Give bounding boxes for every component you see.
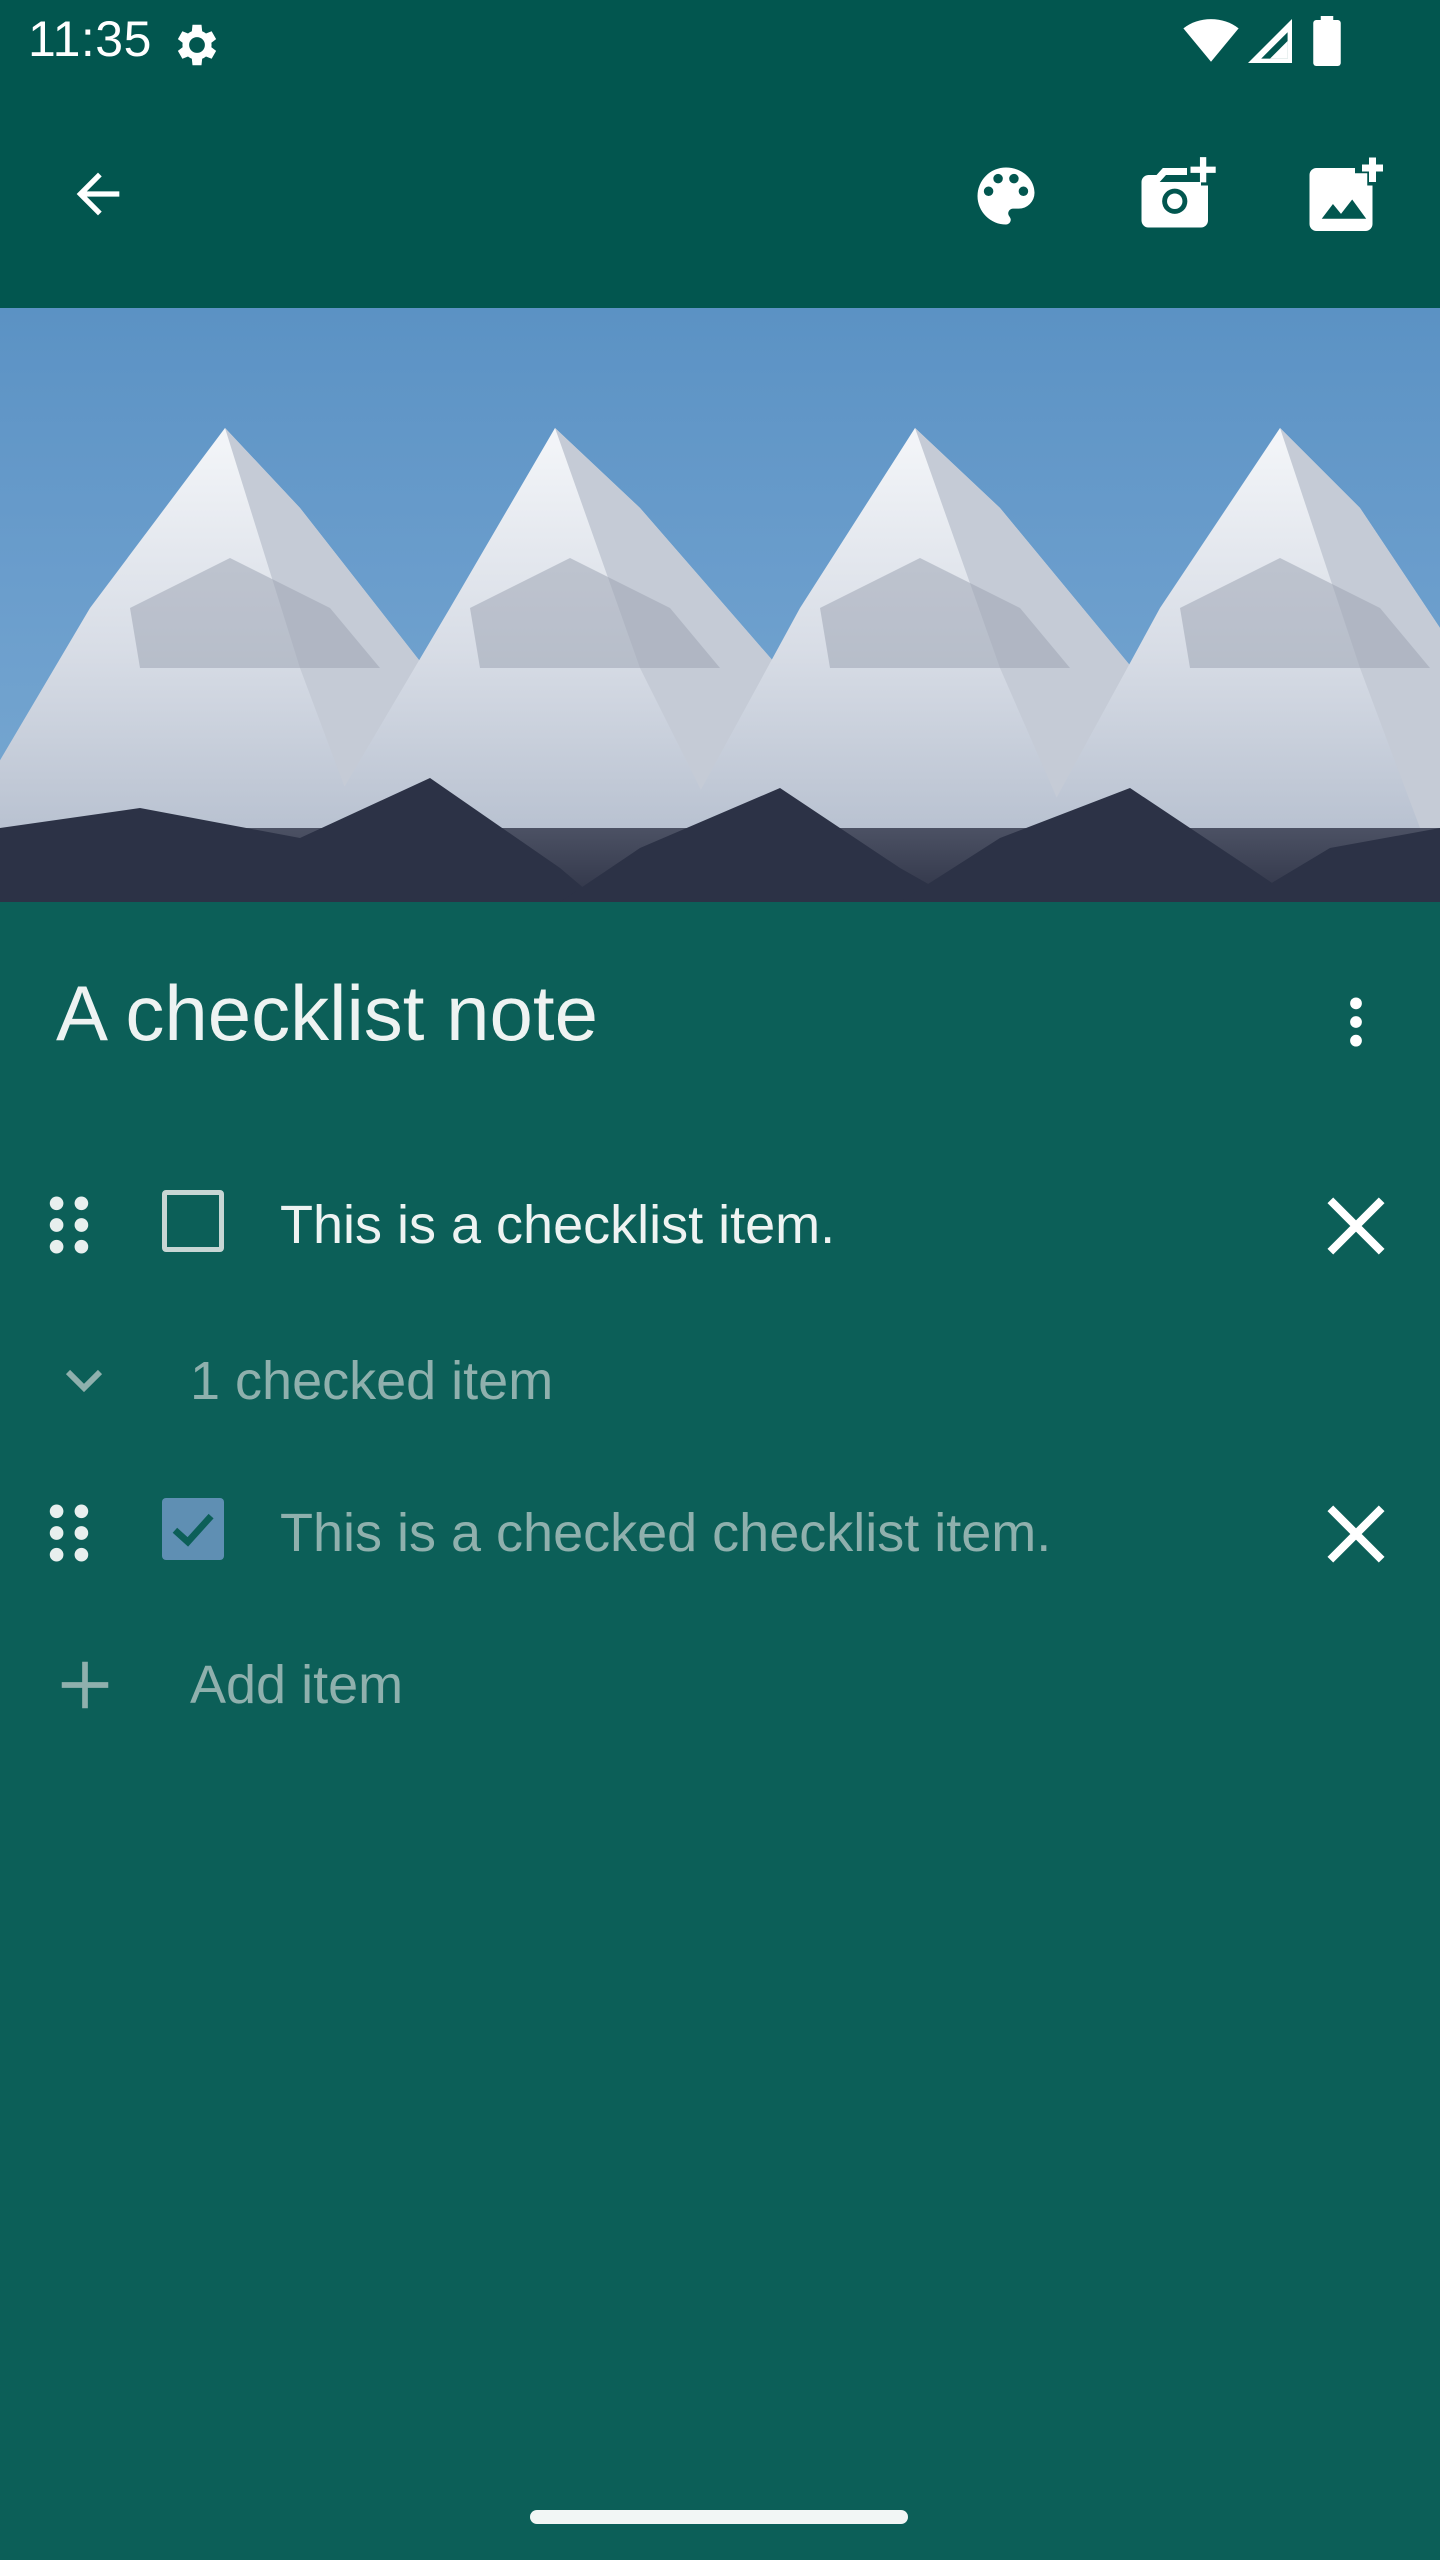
item-checkbox[interactable] — [162, 1190, 224, 1252]
remove-item-icon[interactable] — [1312, 1490, 1400, 1578]
signal-icon — [1248, 19, 1292, 63]
more-vert-icon — [1350, 997, 1362, 1047]
remove-item-icon[interactable] — [1312, 1182, 1400, 1270]
home-indicator[interactable] — [530, 2510, 908, 2524]
more-options-button[interactable] — [1310, 976, 1402, 1068]
item-checkbox-checked[interactable] — [162, 1498, 224, 1560]
add-image-icon — [1309, 157, 1383, 231]
mountain-peaks-image — [0, 428, 1440, 902]
checkmark-icon — [172, 1513, 214, 1547]
checklist-item-text[interactable]: This is a checklist item. — [280, 1190, 835, 1260]
note-banner-image[interactable] — [0, 308, 1440, 902]
drag-handle-icon[interactable] — [46, 1502, 92, 1564]
add-camera-icon — [1141, 157, 1216, 228]
chevron-down-icon — [65, 1369, 103, 1393]
battery-icon — [1313, 16, 1341, 66]
checked-checklist-item: This is a checked checklist item. — [0, 1468, 1440, 1598]
settings-gear-icon — [177, 24, 217, 66]
palette-icon — [977, 167, 1035, 225]
wifi-icon — [1183, 19, 1239, 62]
status-bar: 11:35 — [0, 0, 1440, 84]
add-item-label: Add item — [190, 1655, 404, 1715]
back-button[interactable] — [52, 148, 144, 240]
add-item-row[interactable]: Add item — [0, 1620, 1440, 1760]
back-arrow-icon — [76, 172, 120, 216]
checked-item-text[interactable]: This is a checked checklist item. — [280, 1498, 1051, 1568]
add-photo-camera-button[interactable] — [1130, 150, 1230, 242]
status-time: 11:35 — [28, 11, 152, 67]
checked-items-count: 1 checked item — [190, 1351, 554, 1411]
drag-handle-icon[interactable] — [46, 1194, 92, 1256]
plus-icon — [61, 1661, 109, 1709]
add-image-button[interactable] — [1298, 150, 1398, 242]
note-title[interactable]: A checklist note — [56, 968, 598, 1059]
checked-items-toggle[interactable]: 1 checked item — [0, 1318, 1440, 1438]
color-palette-button[interactable] — [960, 150, 1052, 242]
checklist-item: This is a checklist item. — [0, 1160, 1440, 1290]
